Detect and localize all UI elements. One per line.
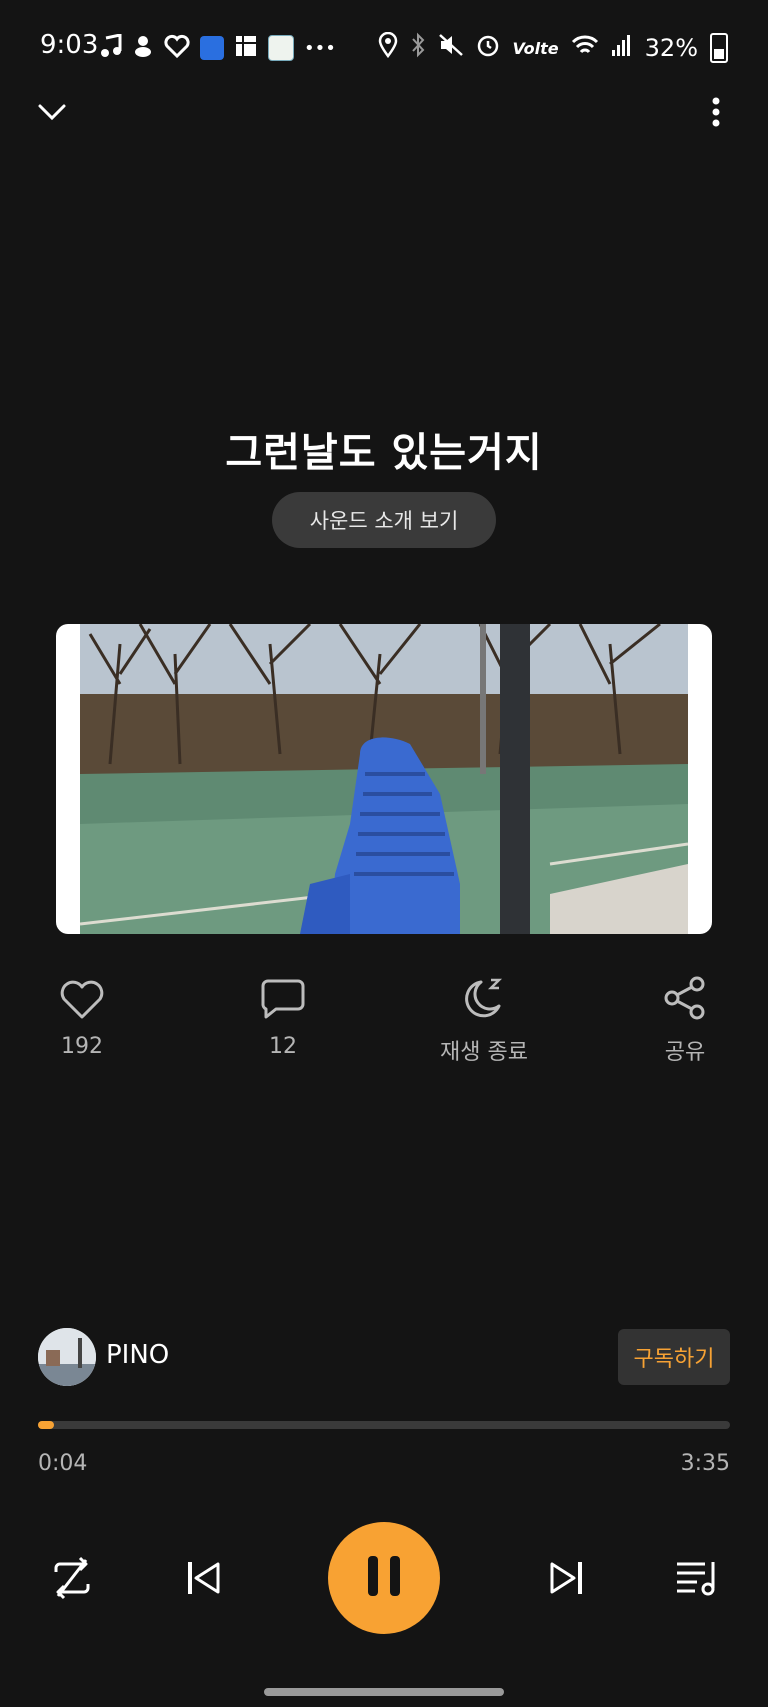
share-label: 공유	[664, 1040, 706, 1065]
system-icons: Volte 32%	[378, 31, 728, 64]
comment-count: 12	[269, 1034, 297, 1059]
sleep-timer-button[interactable]: 재생 종료	[424, 970, 544, 1066]
volte-indicator: Volte	[512, 38, 559, 58]
alarm-icon	[476, 33, 500, 63]
artist-avatar[interactable]	[38, 1328, 96, 1386]
playlist-icon	[675, 1558, 721, 1602]
pause-icon	[366, 1554, 402, 1602]
share-icon	[663, 976, 707, 1024]
chat-app-icon	[200, 36, 224, 60]
total-time: 3:35	[680, 1451, 730, 1476]
progress-bar[interactable]	[38, 1421, 730, 1429]
collapse-button[interactable]	[28, 90, 76, 138]
comment-button[interactable]: 12	[223, 970, 343, 1059]
skip-previous-icon	[184, 1558, 224, 1602]
artist-name[interactable]: PINO	[106, 1340, 169, 1370]
status-time: 9:03	[40, 30, 99, 60]
current-time: 0:04	[38, 1451, 88, 1476]
subscribe-button[interactable]: 구독하기	[618, 1329, 730, 1385]
mute-icon	[438, 33, 464, 63]
pause-button[interactable]	[328, 1522, 440, 1634]
heart-icon	[59, 980, 105, 1024]
more-vertical-icon	[712, 97, 720, 131]
battery-percent: 32%	[644, 34, 698, 62]
sleep-timer-label: 재생 종료	[440, 1040, 528, 1065]
news-app-icon	[268, 35, 294, 61]
more-options-button[interactable]	[692, 90, 740, 138]
battery-icon	[710, 33, 728, 63]
track-title: 그런날도 있는거지	[225, 430, 543, 476]
status-bar: 9:03 ••• Volte 32%	[0, 0, 768, 96]
skip-next-icon	[546, 1558, 586, 1602]
repeat-button[interactable]	[44, 1552, 100, 1608]
more-notifications-icon: •••	[304, 37, 336, 59]
progress-fill	[38, 1421, 54, 1429]
character-icon	[132, 34, 154, 62]
location-icon	[378, 31, 398, 64]
repeat-icon	[50, 1556, 94, 1604]
heart-app-icon	[164, 34, 190, 62]
comment-icon	[260, 978, 306, 1024]
album-art-image	[80, 624, 688, 934]
chevron-down-icon	[37, 103, 67, 125]
like-count: 192	[61, 1034, 103, 1059]
next-button[interactable]	[538, 1552, 594, 1608]
previous-button[interactable]	[176, 1552, 232, 1608]
moon-sleep-icon	[461, 976, 507, 1024]
notification-icons: •••	[100, 33, 336, 62]
gesture-bar	[264, 1688, 504, 1696]
playlist-button[interactable]	[670, 1552, 726, 1608]
music-note-icon	[100, 33, 122, 62]
bluetooth-icon	[410, 32, 426, 64]
avatar-image	[38, 1328, 96, 1386]
sound-intro-button[interactable]: 사운드 소개 보기	[272, 492, 496, 548]
album-art	[56, 624, 712, 934]
share-button[interactable]: 공유	[625, 970, 745, 1066]
like-button[interactable]: 192	[22, 970, 142, 1059]
grid-app-icon	[234, 34, 258, 62]
signal-icon	[611, 33, 633, 63]
wifi-icon	[571, 33, 599, 63]
